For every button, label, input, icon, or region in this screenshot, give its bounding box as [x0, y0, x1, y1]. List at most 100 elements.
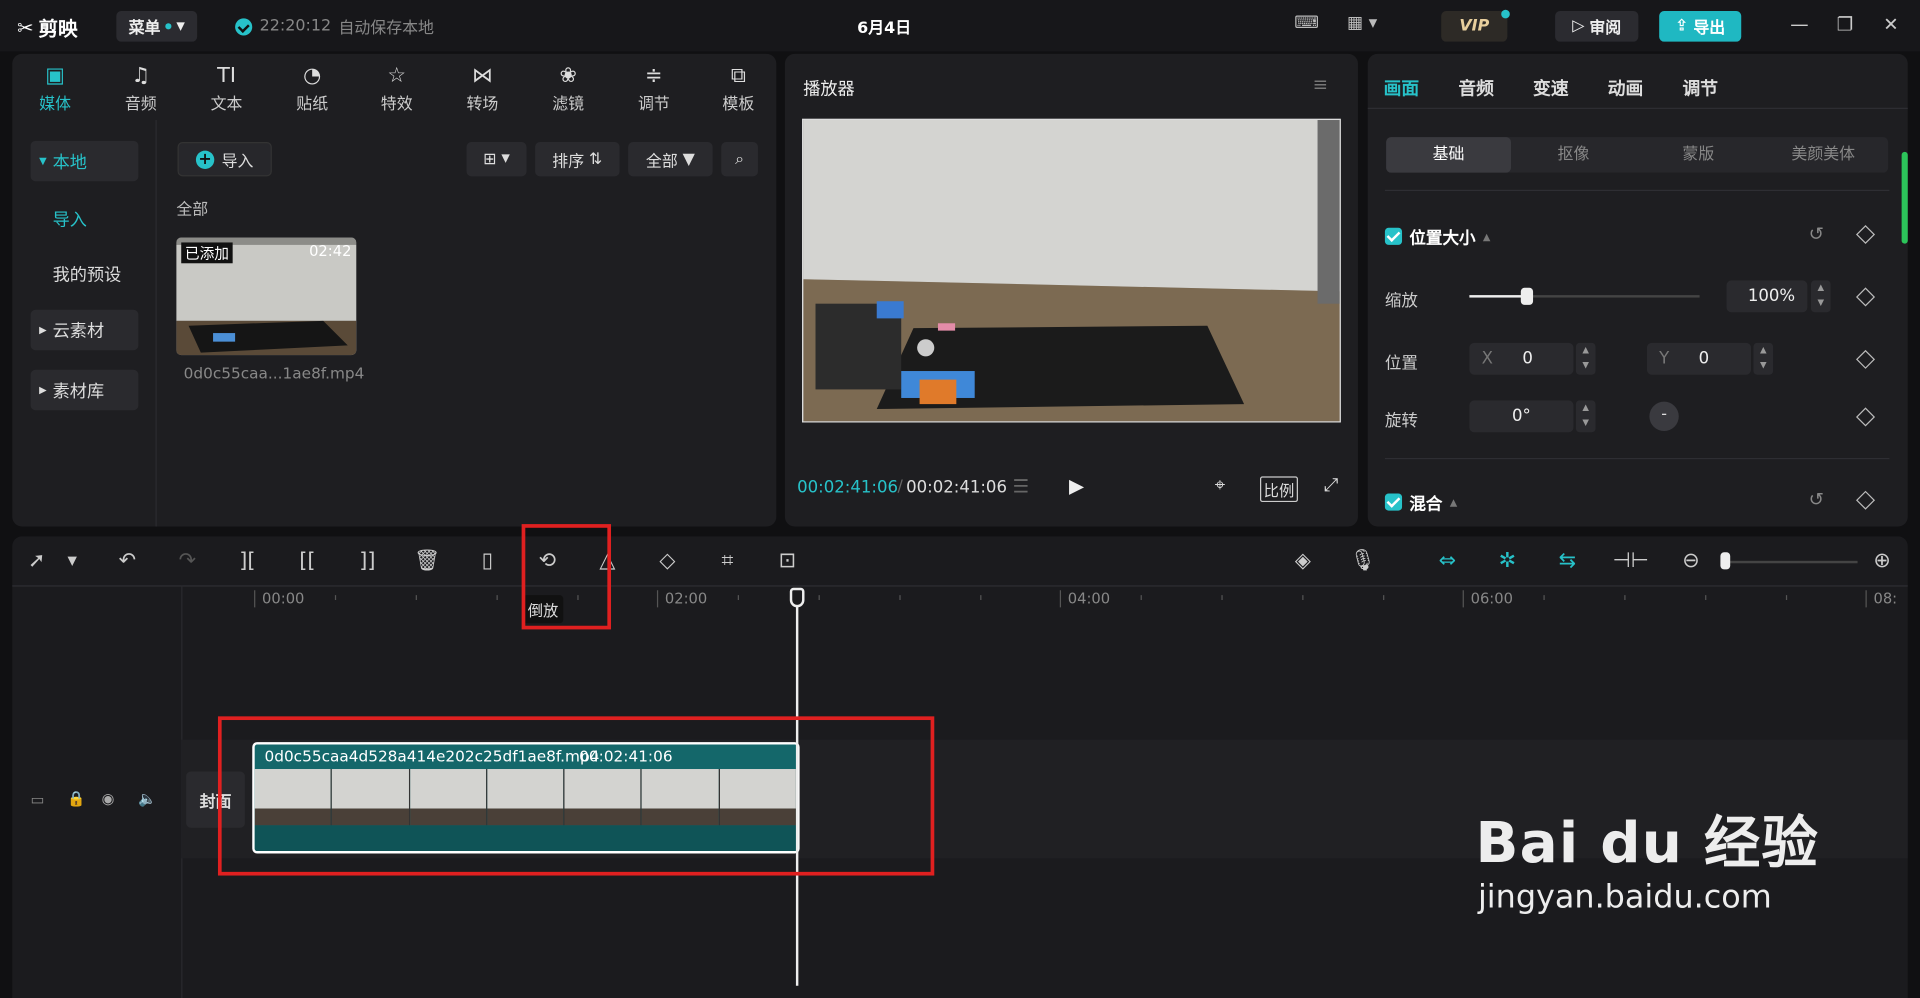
rotate-stepper[interactable]: ▲ ▼ [1575, 400, 1596, 433]
time-ruler[interactable] [181, 585, 1908, 609]
auto-snap-icon[interactable]: ✲ [1493, 549, 1522, 573]
delete-right-icon[interactable]: ]] [353, 549, 382, 573]
menu-button[interactable]: 菜单 ▼ [116, 11, 198, 42]
layout-icon[interactable]: ▦ ▾ [1347, 13, 1377, 33]
tab-audio-props[interactable]: 音频 [1458, 75, 1494, 101]
subtab-cutout[interactable]: 抠像 [1511, 137, 1636, 173]
delete-left-icon[interactable]: [[ [293, 549, 322, 573]
tab-filter[interactable]: ❀ 滤镜 [531, 61, 604, 115]
rotate-icon[interactable]: ◇ [653, 549, 682, 573]
rotate-input[interactable]: 0° [1469, 400, 1574, 433]
sidebar-item-cloud[interactable]: ▶ 云素材 [30, 309, 139, 351]
tab-audio[interactable]: ♫ 音频 [104, 61, 177, 115]
ruler-label: 06:00 [1470, 590, 1513, 608]
scale-slider-handle[interactable] [1520, 287, 1534, 305]
undo-icon[interactable]: ↶ [113, 549, 142, 573]
subtab-mask[interactable]: 蒙版 [1636, 137, 1761, 173]
checkbox-icon[interactable] [1384, 227, 1403, 245]
sort-button[interactable]: 排序 ⇅ [535, 142, 620, 177]
scale-stepper[interactable]: ▲ ▼ [1811, 280, 1831, 313]
vip-button[interactable]: VIP [1441, 9, 1510, 42]
check-circle-icon [235, 17, 253, 35]
minimize-icon[interactable]: — [1790, 13, 1808, 35]
reset-icon[interactable]: ↺ [1809, 489, 1824, 511]
delete-icon[interactable]: 🗑 [413, 549, 442, 573]
microphone-icon[interactable]: 🎙 [1348, 549, 1377, 573]
import-button[interactable]: + 导入 [177, 142, 272, 177]
x-stepper[interactable]: ▲ ▼ [1575, 342, 1596, 375]
redo-icon[interactable]: ↷ [173, 549, 202, 573]
scale-input[interactable]: 100% [1726, 280, 1808, 313]
tab-label: 贴纸 [296, 95, 329, 114]
blend-section[interactable]: 混合 ▲ [1384, 490, 1457, 514]
subtab-basic[interactable]: 基础 [1386, 137, 1512, 173]
baidu-watermark: Bai du 经验 jingyan.baidu.com [1476, 798, 1820, 916]
waveform-list-icon[interactable]: ☰ [1013, 475, 1029, 497]
auto-keyframe-icon[interactable]: ◈ [1288, 549, 1317, 573]
reset-icon[interactable]: ↺ [1809, 223, 1824, 245]
chevron-down-icon[interactable]: ▼ [58, 555, 87, 568]
keyframe-icon[interactable] [1855, 224, 1876, 245]
sidebar-item-presets[interactable]: 我的预设 [31, 253, 139, 293]
ratio-button[interactable]: 比例 [1260, 476, 1298, 503]
sidebar-item-library[interactable]: ▶ 素材库 [30, 369, 139, 411]
checkbox-icon[interactable] [1384, 493, 1403, 511]
eye-icon[interactable]: ◉ [102, 790, 115, 807]
tab-adjust[interactable]: ≑ 调节 [617, 61, 690, 115]
tab-animation[interactable]: 动画 [1608, 75, 1644, 101]
tab-template[interactable]: ⧉ 模板 [702, 61, 775, 115]
smart-crop-icon[interactable]: ⊡ [773, 549, 802, 573]
player-menu-icon[interactable]: ≡ [1313, 73, 1328, 95]
position-y-input[interactable]: Y 0 [1646, 342, 1752, 375]
zoom-slider-track[interactable] [1720, 560, 1858, 564]
export-button[interactable]: ⇪ 导出 [1659, 11, 1742, 42]
select-cursor-icon[interactable]: ➚ [22, 549, 51, 573]
tab-adjust-props[interactable]: 调节 [1682, 75, 1718, 101]
zoom-out-icon[interactable]: ⊖ [1676, 549, 1705, 573]
sidebar-item-local[interactable]: ▼ 本地 [30, 140, 139, 182]
tab-effects[interactable]: ☆ 特效 [360, 61, 433, 115]
keyframe-icon[interactable] [1855, 287, 1876, 307]
fit-view-icon[interactable]: ⌖ [1215, 474, 1225, 496]
track-video-icon[interactable]: ▭ [31, 791, 45, 808]
media-thumbnail[interactable]: 已添加 02:42 [176, 237, 357, 356]
review-button[interactable]: ▷ 审阅 [1555, 11, 1639, 42]
shortcut-keyboard-icon[interactable]: ⌨ [1294, 13, 1319, 33]
filter-button[interactable]: 全部 ▼ [628, 142, 713, 177]
view-mode-button[interactable]: ⊞ ▼ [466, 142, 527, 177]
tab-picture[interactable]: 画面 [1384, 75, 1420, 101]
playhead-handle[interactable] [789, 587, 805, 608]
fullscreen-icon[interactable]: ⤢ [1324, 474, 1339, 496]
split-icon[interactable]: ][ [233, 549, 262, 573]
keyframe-icon[interactable] [1855, 490, 1876, 510]
zoom-in-icon[interactable]: ⊕ [1867, 549, 1896, 573]
tab-speed[interactable]: 变速 [1533, 75, 1569, 101]
freeze-icon[interactable]: ▯ [473, 549, 502, 573]
position-x-input[interactable]: X 0 [1469, 342, 1574, 375]
play-icon[interactable]: ▶ [1069, 474, 1084, 497]
keyframe-icon[interactable] [1855, 407, 1876, 427]
keyframe-icon[interactable] [1855, 349, 1876, 369]
search-button[interactable]: ⌕ [721, 142, 758, 177]
tab-text[interactable]: TI 文本 [190, 61, 263, 115]
y-stepper[interactable]: ▲ ▼ [1753, 342, 1774, 375]
crop-icon[interactable]: ⌗ [713, 549, 742, 573]
close-icon[interactable]: ✕ [1883, 13, 1898, 35]
tab-transition[interactable]: ⋈ 转场 [446, 61, 519, 115]
tab-media[interactable]: ▣ 媒体 [18, 61, 91, 115]
linkage-icon[interactable]: ⇆ [1553, 549, 1582, 573]
video-preview[interactable] [802, 118, 1341, 423]
restore-icon[interactable]: ❐ [1837, 13, 1853, 35]
sidebar-item-import[interactable]: 导入 [31, 198, 139, 238]
rotate-label: 旋转 [1384, 411, 1418, 432]
main-track-magnet-icon[interactable]: ⇔ [1433, 549, 1462, 573]
speaker-icon[interactable]: 🔈 [138, 790, 156, 807]
lock-icon[interactable]: 🔒 [67, 790, 85, 807]
rotate-dial-icon[interactable]: - [1649, 401, 1679, 432]
tab-sticker[interactable]: ◔ 贴纸 [276, 61, 349, 115]
zoom-slider-handle[interactable] [1720, 552, 1731, 570]
position-size-section[interactable]: 位置大小 ▲ [1384, 224, 1490, 249]
scrollbar[interactable] [1901, 151, 1908, 244]
preview-axis-icon[interactable]: ⊣⊢ [1613, 549, 1649, 573]
subtab-beauty[interactable]: 美颜美体 [1761, 137, 1886, 173]
